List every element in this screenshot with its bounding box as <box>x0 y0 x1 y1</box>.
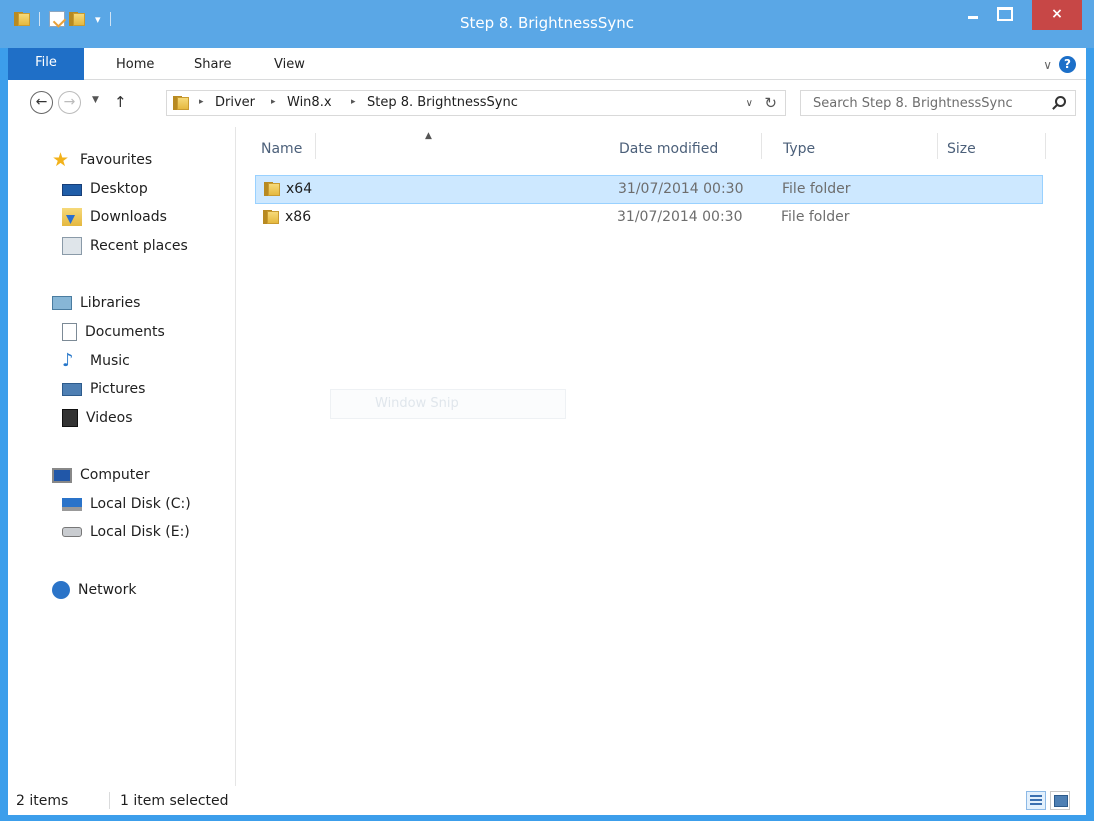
sidebar-item-label: Music <box>90 353 130 369</box>
file-name: x64 <box>286 181 313 197</box>
computer-icon <box>52 467 72 483</box>
title-bar[interactable]: ▾ Step 8. BrightnessSync × <box>0 0 1094 48</box>
column-header-name[interactable]: Name <box>261 141 302 157</box>
sidebar-item-label: Local Disk (E:) <box>90 524 190 540</box>
status-bar: 2 items 1 item selected <box>8 786 1086 815</box>
minimize-button[interactable] <box>958 0 988 30</box>
item-count: 2 items <box>16 793 69 809</box>
sidebar-item-label: Downloads <box>90 209 167 225</box>
pictures-icon <box>62 382 82 396</box>
maximize-button[interactable] <box>988 0 1018 30</box>
sidebar-item-label: Libraries <box>80 295 141 311</box>
close-button[interactable]: × <box>1032 0 1082 30</box>
file-name: x86 <box>285 209 312 225</box>
sidebar-item-desktop[interactable]: Desktop <box>62 176 148 202</box>
window-title: Step 8. BrightnessSync <box>459 14 635 32</box>
window-snip-overlay: Window Snip <box>330 389 566 419</box>
column-header-date-modified[interactable]: Date modified <box>619 141 718 157</box>
column-header-type[interactable]: Type <box>783 141 815 157</box>
search-icon[interactable] <box>1055 96 1066 107</box>
local-disk-c-icon <box>62 497 82 511</box>
search-input[interactable] <box>801 91 1041 115</box>
back-button[interactable]: ← <box>30 91 53 114</box>
navigation-bar: ← → ▼ ↑ ▸ Driver ▸ Win8.x ▸ Step 8. Brig… <box>8 80 1086 127</box>
sidebar-item-music[interactable]: ♪ Music <box>62 348 130 374</box>
address-bar[interactable]: ▸ Driver ▸ Win8.x ▸ Step 8. BrightnessSy… <box>166 90 786 116</box>
forward-button[interactable]: → <box>58 91 81 114</box>
sidebar-item-label: Videos <box>86 410 133 426</box>
column-divider[interactable] <box>937 133 938 159</box>
file-date: 31/07/2014 00:30 <box>618 181 744 197</box>
desktop-icon <box>62 183 82 196</box>
address-dropdown-icon[interactable]: ∨ <box>746 98 753 109</box>
sidebar-item-documents[interactable]: Documents <box>62 319 165 345</box>
sidebar-item-label: Local Disk (C:) <box>90 496 191 512</box>
libraries-icon <box>52 296 72 310</box>
breadcrumb-driver[interactable]: Driver <box>215 95 255 110</box>
ribbon-tabs: File Home Share View ∨ ? <box>8 48 1086 80</box>
sidebar-item-label: Desktop <box>90 181 148 197</box>
explorer-window: ▾ Step 8. BrightnessSync × File Home Sha… <box>0 0 1094 821</box>
breadcrumb-current[interactable]: Step 8. BrightnessSync <box>367 95 518 110</box>
sidebar-item-label: Favourites <box>80 152 153 168</box>
network-icon <box>52 581 70 599</box>
column-divider[interactable] <box>761 133 762 159</box>
recent-locations-icon[interactable]: ▼ <box>92 95 99 105</box>
details-view-icon[interactable] <box>1026 791 1046 810</box>
crumb-separator-icon[interactable]: ▸ <box>199 97 204 107</box>
tab-view[interactable]: View <box>274 48 305 79</box>
sidebar-item-label: Pictures <box>90 381 146 397</box>
status-divider <box>109 792 110 809</box>
refresh-icon[interactable]: ↻ <box>764 94 777 112</box>
sidebar-item-recent-places[interactable]: Recent places <box>62 233 188 259</box>
sidebar-item-favourites[interactable]: ★ Favourites <box>52 147 152 173</box>
help-icon[interactable]: ? <box>1059 56 1076 73</box>
file-type: File folder <box>781 209 850 225</box>
file-row[interactable]: x86 31/07/2014 00:30 File folder <box>255 204 1043 233</box>
expand-ribbon-icon[interactable]: ∨ <box>1043 58 1052 72</box>
folder-icon <box>264 182 280 196</box>
column-header-size[interactable]: Size <box>947 141 976 157</box>
file-row[interactable]: x64 31/07/2014 00:30 File folder <box>255 175 1043 204</box>
crumb-separator-icon[interactable]: ▸ <box>271 97 276 107</box>
folder-icon <box>263 210 279 224</box>
file-date: 31/07/2014 00:30 <box>617 209 743 225</box>
videos-icon <box>62 409 78 427</box>
sidebar-item-label: Documents <box>85 324 165 340</box>
navigation-pane: ★ Favourites Desktop Downloads Recent pl… <box>8 127 236 786</box>
up-button[interactable]: ↑ <box>114 93 127 111</box>
folder-icon <box>173 96 189 110</box>
star-icon: ★ <box>52 149 70 171</box>
column-divider[interactable] <box>1045 133 1046 159</box>
sidebar-item-label: Network <box>78 582 137 598</box>
crumb-separator-icon[interactable]: ▸ <box>351 97 356 107</box>
file-type: File folder <box>782 181 851 197</box>
sidebar-item-videos[interactable]: Videos <box>62 405 133 431</box>
sidebar-item-libraries[interactable]: Libraries <box>52 290 140 316</box>
sidebar-item-pictures[interactable]: Pictures <box>62 376 145 402</box>
sidebar-item-computer[interactable]: Computer <box>52 462 150 488</box>
sidebar-item-local-disk-c[interactable]: Local Disk (C:) <box>62 491 191 517</box>
documents-icon <box>62 323 77 341</box>
main-area: ★ Favourites Desktop Downloads Recent pl… <box>8 127 1086 786</box>
tab-home[interactable]: Home <box>116 48 154 79</box>
tab-share[interactable]: Share <box>194 48 232 79</box>
sidebar-item-downloads[interactable]: Downloads <box>62 204 167 230</box>
music-icon: ♪ <box>62 350 74 371</box>
downloads-icon <box>62 208 82 226</box>
column-divider[interactable] <box>315 133 316 159</box>
tab-file[interactable]: File <box>8 48 84 80</box>
sidebar-item-label: Recent places <box>90 238 188 254</box>
sidebar-item-network[interactable]: Network <box>52 577 136 603</box>
local-disk-e-icon <box>62 527 82 537</box>
sort-ascending-icon: ▲ <box>425 131 432 141</box>
search-box[interactable] <box>800 90 1076 116</box>
large-icons-view-icon[interactable] <box>1050 791 1070 810</box>
file-list: ▲ Name Date modified Type Size x64 31/07… <box>237 127 1086 786</box>
recent-places-icon <box>62 237 82 255</box>
selection-count: 1 item selected <box>120 793 229 809</box>
sidebar-item-local-disk-e[interactable]: Local Disk (E:) <box>62 519 190 545</box>
sidebar-item-label: Computer <box>80 467 150 483</box>
breadcrumb-win8x[interactable]: Win8.x <box>287 95 332 110</box>
